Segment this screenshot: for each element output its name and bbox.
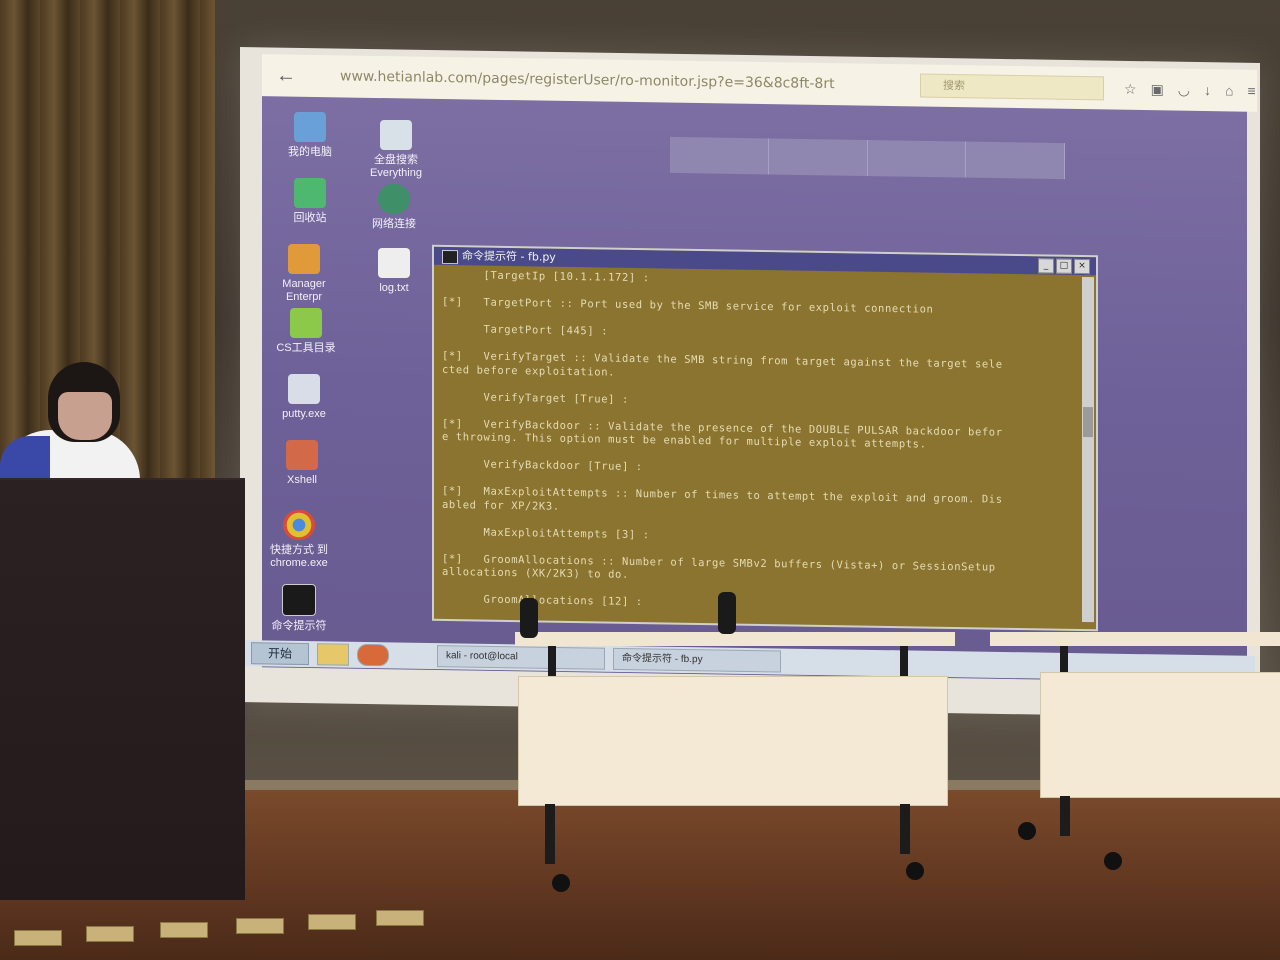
desktop-icon-label: putty.exe [282,408,326,420]
table-leg [545,804,555,864]
window-controls: _ □ × [1038,258,1090,275]
web-tab[interactable] [768,138,868,176]
desktop-icon-label: 全盘搜索 Everything [370,154,422,179]
table-modesty-panel [1040,672,1280,798]
web-tab-strip [670,136,1065,180]
desktop-icon-chrome[interactable]: 快捷方式 到 chrome.exe [254,510,344,570]
xshell-icon [286,440,318,470]
table-caster [552,874,570,892]
desktop-icon-recycle-bin[interactable]: 回收站 [270,178,350,225]
pocket-icon[interactable]: ◡ [1178,81,1190,98]
table-caster [1018,822,1036,840]
home-icon[interactable]: ⌂ [1225,82,1233,99]
terminal-icon [442,249,458,265]
table-top [515,632,955,646]
desktop-icon-label: 命令提示符 [271,620,327,632]
table-top [990,632,1280,646]
table-leg [900,804,910,854]
desktop-icon-label: Manager Enterpr [282,278,326,303]
download-icon[interactable]: ↓ [1204,81,1211,98]
recycle-bin-icon [294,178,326,208]
microphone [520,598,538,638]
desktop-icon-label: Xshell [287,474,317,486]
desktop-icon-label: log.txt [379,282,409,294]
start-button[interactable]: 开始 [251,642,309,666]
chrome-icon [283,510,315,540]
manager-icon [288,244,320,274]
desktop-icon-xshell[interactable]: Xshell [262,440,342,487]
desktop-icon-label: 网络连接 [372,218,416,230]
search-icon [380,120,412,150]
star-icon[interactable]: ☆ [1124,80,1137,97]
desktop-icon-label: 我的电脑 [288,146,332,158]
stage-light [14,930,62,946]
taskbar-item-cmd[interactable]: 命令提示符 - fb.py [613,647,781,673]
table-leg [1060,796,1070,836]
desktop-icon-putty[interactable]: putty.exe [264,374,344,421]
folder-icon [290,308,322,338]
speaker [718,592,736,634]
desktop-icon-my-computer[interactable]: 我的电脑 [270,112,350,159]
stage-light [308,914,356,930]
putty-icon [288,374,320,404]
quicklaunch-icon[interactable] [317,643,349,666]
desktop-icon-network[interactable]: 网络连接 [354,184,434,231]
clipboard-icon[interactable]: ▣ [1151,81,1164,98]
text-file-icon [378,248,410,278]
web-tab[interactable] [966,141,1065,180]
address-bar[interactable]: www.hetianlab.com/pages/registerUser/ro-… [340,64,860,96]
cmd-window[interactable]: 命令提示符 - fb.py _ □ × [TargetIp [10.1.1.17… [432,244,1098,632]
cmd-title-text: 命令提示符 - fb.py [462,249,556,264]
table-modesty-panel [518,676,948,806]
desktop-icon-everything[interactable]: 全盘搜索 Everything [356,120,436,180]
table-caster [906,862,924,880]
desktop-icon-label: CS工具目录 [276,342,336,354]
back-button[interactable]: ← [272,61,300,89]
desktop-icon-log-txt[interactable]: log.txt [354,248,434,295]
terminal-icon [282,584,316,616]
stage-light [86,926,134,942]
network-icon [378,184,410,214]
computer-icon [294,112,326,142]
table-leg [900,646,908,676]
search-input[interactable]: 搜索 [920,73,1104,101]
desktop-icon-label: 快捷方式 到 chrome.exe [269,544,329,569]
web-tab[interactable] [670,136,769,175]
table-leg [548,646,556,676]
presenter-face [58,392,112,440]
desktop-icon-tools-folder[interactable]: CS工具目录 [266,308,346,355]
menu-icon[interactable]: ≡ [1247,82,1255,99]
desktop-icon-manager[interactable]: Manager Enterpr [264,244,344,304]
table-caster [1104,852,1122,870]
cmd-scrollbar[interactable] [1082,276,1094,623]
desktop-icon-label: 回收站 [293,212,327,224]
stage-light [236,918,284,934]
minimize-icon[interactable]: _ [1038,258,1054,274]
stage-light [160,922,208,938]
table-leg [1060,646,1068,672]
close-icon[interactable]: × [1074,258,1090,275]
scrollbar-thumb[interactable] [1083,406,1093,438]
browser-toolbar-icons: ☆ ▣ ◡ ↓ ⌂ ≡ [1124,80,1256,99]
browser-quicklaunch-icon[interactable] [357,643,389,667]
web-tab[interactable] [867,140,967,178]
desktop-icon-cmd[interactable]: 命令提示符 [254,584,344,633]
stage-light [376,910,424,926]
maximize-icon[interactable]: □ [1056,258,1072,274]
podium [0,480,245,900]
cmd-output: [TargetIp [10.1.1.172] : [*] TargetPort … [434,265,1096,617]
taskbar-item-kali[interactable]: kali - root@local [437,645,605,670]
